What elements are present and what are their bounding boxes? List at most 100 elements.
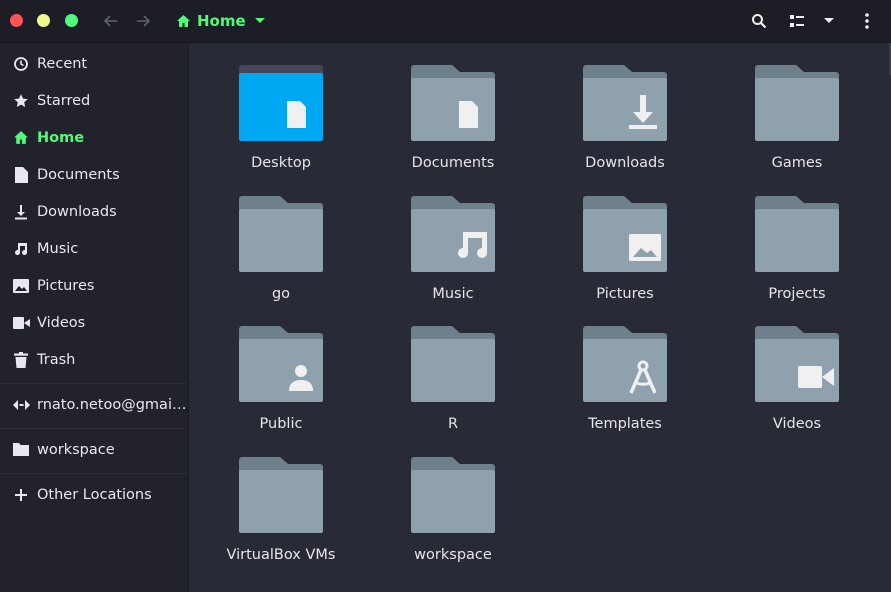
sidebar-item-music[interactable]: Music (0, 230, 187, 267)
trash-icon (12, 351, 30, 369)
file-label: Videos (772, 416, 822, 432)
folder-icon (12, 441, 30, 459)
sidebar-item-label: workspace (37, 441, 115, 458)
file-item-r[interactable]: R (378, 326, 528, 452)
image-icon (12, 277, 30, 295)
chevron-down-icon (254, 18, 265, 23)
downloads-folder-icon (583, 65, 667, 141)
maximize-window-button[interactable] (65, 14, 78, 27)
sidebar-item-label: Music (37, 240, 79, 257)
sidebar-item-label: Videos (37, 314, 86, 331)
sidebar-item-label: Documents (37, 166, 120, 183)
sidebar: Recent Starred Home Documents Downloads … (0, 43, 187, 592)
sidebar-item-label: Downloads (37, 203, 117, 220)
file-item-public[interactable]: Public (206, 326, 356, 452)
star-icon (12, 92, 30, 110)
sidebar-item-documents[interactable]: Documents (0, 156, 187, 193)
video-camera-icon (12, 314, 30, 332)
search-icon (752, 14, 767, 29)
file-item-virtualbox-vms[interactable]: VirtualBox VMs (206, 457, 356, 583)
folder-icon (411, 457, 495, 533)
file-manager-window: Home Recent Starred Home Documents Downl… (0, 0, 891, 592)
file-item-music[interactable]: Music (378, 196, 528, 322)
folder-icon (755, 65, 839, 141)
music-folder-icon (411, 196, 495, 272)
desktop-folder-icon (239, 65, 323, 141)
sidebar-item-pictures[interactable]: Pictures (0, 267, 187, 304)
file-label: Downloads (585, 155, 665, 171)
public-folder-icon (239, 326, 323, 402)
file-label: Music (432, 286, 474, 302)
file-item-documents[interactable]: Documents (378, 65, 528, 191)
forward-button[interactable] (132, 10, 154, 32)
view-options-button[interactable] (819, 11, 839, 31)
file-label: Projects (768, 286, 826, 302)
documents-folder-icon (411, 65, 495, 141)
main-menu-button[interactable] (857, 11, 877, 31)
sidebar-item-trash[interactable]: Trash (0, 341, 187, 378)
file-item-go[interactable]: go (206, 196, 356, 322)
sidebar-item-other-locations[interactable]: Other Locations (0, 476, 187, 513)
path-bar-home-button[interactable]: Home (176, 9, 266, 33)
sidebar-item-videos[interactable]: Videos (0, 304, 187, 341)
file-label: Public (259, 416, 303, 432)
sidebar-item-workspace[interactable]: workspace (0, 431, 187, 468)
header-bar: Home (0, 0, 891, 43)
sidebar-item-label: Pictures (37, 277, 95, 294)
view-options-chevron-icon (824, 18, 834, 23)
file-item-pictures[interactable]: Pictures (550, 196, 700, 322)
file-label: R (447, 416, 459, 432)
sidebar-item-network-account[interactable]: rnato.netoo@gmai… (0, 386, 187, 423)
videos-folder-icon (755, 326, 839, 402)
file-item-workspace[interactable]: workspace (378, 457, 528, 583)
folder-icon (239, 196, 323, 272)
file-label: Pictures (596, 286, 654, 302)
document-icon (12, 166, 30, 184)
sidebar-item-downloads[interactable]: Downloads (0, 193, 187, 230)
music-note-icon (12, 240, 30, 258)
home-icon (177, 15, 190, 27)
arrow-left-icon (103, 15, 117, 27)
file-label: Desktop (251, 155, 311, 171)
pictures-folder-icon (583, 196, 667, 272)
sidebar-item-home[interactable]: Home (0, 119, 187, 156)
sidebar-divider (0, 473, 187, 474)
sidebar-item-label: Starred (37, 92, 91, 109)
menu-kebab-icon (865, 13, 869, 29)
folder-icon (755, 196, 839, 272)
file-label: go (271, 286, 291, 302)
sidebar-divider (0, 428, 187, 429)
file-label: VirtualBox VMs (226, 547, 336, 563)
file-item-games[interactable]: Games (722, 65, 872, 191)
sidebar-item-label: Other Locations (37, 486, 152, 503)
file-icon-view: Desktop Documents Downloads Games go Mus… (189, 43, 891, 592)
back-button[interactable] (100, 10, 122, 32)
network-account-icon (12, 396, 30, 414)
sidebar-item-recent[interactable]: Recent (0, 45, 187, 82)
folder-icon (411, 326, 495, 402)
sidebar-item-starred[interactable]: Starred (0, 82, 187, 119)
file-label: Documents (411, 155, 495, 171)
view-toggle-button[interactable] (787, 11, 807, 31)
home-icon (12, 129, 30, 147)
view-list-icon (790, 15, 804, 27)
file-item-desktop[interactable]: Desktop (206, 65, 356, 191)
file-label: workspace (414, 547, 492, 563)
file-item-projects[interactable]: Projects (722, 196, 872, 322)
plus-icon (12, 486, 30, 504)
file-item-videos[interactable]: Videos (722, 326, 872, 452)
sidebar-item-label: Home (37, 129, 85, 146)
clock-icon (12, 55, 30, 73)
search-button[interactable] (749, 11, 769, 31)
path-label: Home (197, 12, 246, 30)
file-item-templates[interactable]: Templates (550, 326, 700, 452)
templates-folder-icon (583, 326, 667, 402)
download-icon (12, 203, 30, 221)
close-window-button[interactable] (10, 14, 23, 27)
sidebar-item-label: Trash (37, 351, 76, 368)
file-label: Games (771, 155, 823, 171)
sidebar-item-label: rnato.netoo@gmai… (37, 396, 187, 413)
minimize-window-button[interactable] (37, 14, 50, 27)
sidebar-divider (0, 383, 187, 384)
file-item-downloads[interactable]: Downloads (550, 65, 700, 191)
